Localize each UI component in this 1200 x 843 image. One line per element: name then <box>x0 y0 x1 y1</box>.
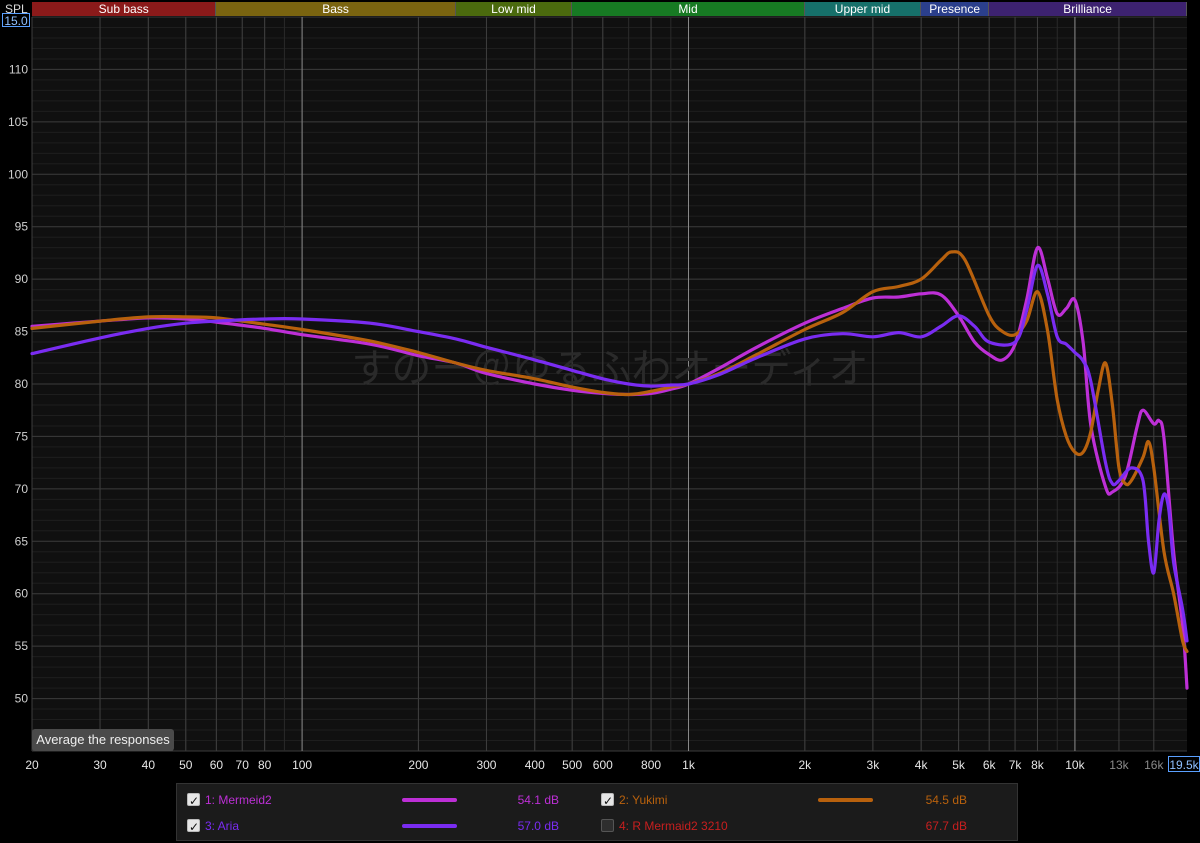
x-tick-label: 800 <box>641 758 661 772</box>
x-tick-label: 400 <box>525 758 545 772</box>
y-tick-label: 100 <box>8 167 28 181</box>
x-tick-label: 40 <box>142 758 156 772</box>
x-tick-label: 70 <box>236 758 250 772</box>
x-tick-label: 10k <box>1065 758 1085 772</box>
x-tick-label: 13k <box>1109 758 1129 772</box>
legend-value: 54.1 dB <box>517 793 559 807</box>
x-tick-label: 5k <box>952 758 966 772</box>
y-tick-label: 80 <box>15 377 29 391</box>
y-tick-label: 75 <box>15 429 29 443</box>
legend-entry-aria[interactable]: 3: Aria 57.0 dB <box>187 815 567 838</box>
band-low-mid: Low mid <box>455 2 573 16</box>
legend-label: 4: R Mermaid2 3210 <box>619 819 728 833</box>
x-tick-label: 1k <box>682 758 696 772</box>
x-tick-label: 100 <box>292 758 312 772</box>
x-tick-label: 8k <box>1031 758 1045 772</box>
checkbox-r-mermaid2-3210[interactable] <box>601 819 614 832</box>
x-tick-label: 200 <box>408 758 428 772</box>
frequency-response-chart: すのー＠ゆるふわオーディオ 50 55 60 65 70 75 80 85 90 95 100 105… <box>8 16 1189 772</box>
band-presence: Presence <box>921 2 990 16</box>
legend-entry-mermeid2[interactable]: 1: Mermeid2 54.1 dB <box>187 789 567 812</box>
x-tick-label: 30 <box>93 758 107 772</box>
y-tick-label: 95 <box>15 220 29 234</box>
x-tick-label: 80 <box>258 758 272 772</box>
checkbox-mermeid2[interactable] <box>187 790 200 812</box>
y-max-field[interactable]: 15.0 <box>2 13 30 28</box>
legend-label: 2: Yukimi <box>619 793 668 807</box>
band-upper-mid: Upper mid <box>804 2 922 16</box>
legend-entry-yukimi[interactable]: 2: Yukimi 54.5 dB <box>601 789 1001 812</box>
legend-label: 3: Aria <box>205 819 240 833</box>
y-tick-label: 65 <box>15 534 29 548</box>
x-tick-label: 600 <box>593 758 613 772</box>
y-tick-label: 85 <box>15 325 29 339</box>
x-tick-label: 50 <box>179 758 193 772</box>
average-responses-button[interactable]: Average the responses <box>32 729 174 751</box>
x-tick-label: 3k <box>867 758 881 772</box>
y-tick-labels: 50 55 60 65 70 75 80 85 90 95 100 105 110 <box>8 62 28 705</box>
x-max-field[interactable]: 19.5k <box>1168 756 1200 772</box>
legend-panel: 1: Mermeid2 54.1 dB 2: Yukimi 54.5 dB 3:… <box>176 783 1018 841</box>
band-mid: Mid <box>572 2 805 16</box>
legend-value: 57.0 dB <box>517 819 559 833</box>
legend-swatch <box>402 798 457 802</box>
x-tick-label: 16k <box>1144 758 1164 772</box>
band-bass: Bass <box>216 2 456 16</box>
x-tick-label: 6k <box>983 758 997 772</box>
band-brilliance: Brilliance <box>989 2 1187 16</box>
x-tick-labels: 20 30 40 50 60 70 80 100 200 300 400 500 600 800 1k 2k 3… <box>25 758 1164 772</box>
band-sub-bass: Sub bass <box>32 2 217 16</box>
x-tick-label: 300 <box>476 758 496 772</box>
x-tick-label: 2k <box>798 758 812 772</box>
y-tick-label: 55 <box>15 639 29 653</box>
frequency-band-bar: Sub bass Bass Low mid Mid Upper mid Presence B… <box>32 2 1187 16</box>
x-tick-label: 7k <box>1009 758 1023 772</box>
watermark-text: すのー＠ゆるふわオーディオ <box>351 346 868 392</box>
checkbox-aria[interactable] <box>187 816 200 838</box>
legend-value: 67.7 dB <box>925 819 967 833</box>
x-tick-label: 500 <box>562 758 582 772</box>
legend-label: 1: Mermeid2 <box>205 793 272 807</box>
y-tick-label: 70 <box>15 482 29 496</box>
x-tick-label: 4k <box>915 758 929 772</box>
x-tick-label: 60 <box>210 758 224 772</box>
legend-swatch <box>818 798 873 802</box>
y-tick-label: 110 <box>9 62 28 76</box>
legend-swatch <box>402 824 457 828</box>
legend-value: 54.5 dB <box>925 793 967 807</box>
y-tick-label: 90 <box>15 272 29 286</box>
y-tick-label: 105 <box>8 115 28 129</box>
checkbox-yukimi[interactable] <box>601 790 614 812</box>
y-tick-label: 50 <box>15 692 29 706</box>
x-tick-label: 20 <box>25 758 39 772</box>
y-tick-label: 60 <box>15 587 29 601</box>
legend-entry-r-mermaid2-3210[interactable]: 4: R Mermaid2 3210 67.7 dB <box>601 815 1001 837</box>
